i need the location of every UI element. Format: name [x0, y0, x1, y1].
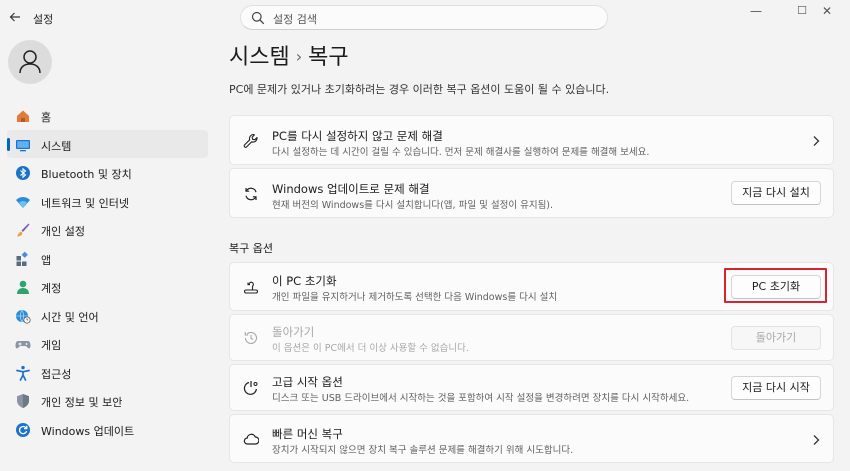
- troubleshoot-card[interactable]: PC를 다시 설정하지 않고 문제 해결 다시 설정하는 데 시간이 걸릴 수 …: [229, 115, 834, 165]
- back-button[interactable]: [6, 8, 24, 26]
- sidebar-item-label: 개인 설정: [41, 225, 85, 238]
- bluetooth-icon: [16, 166, 30, 180]
- sidebar-item-system[interactable]: 시스템: [7, 129, 208, 158]
- advanced-startup-card: 고급 시작 옵션 디스크 또는 USB 드라이브에서 시작하는 것을 포함하여 …: [229, 364, 834, 411]
- search-placeholder: 설정 검색: [273, 13, 317, 26]
- accessibility-icon: [16, 365, 30, 381]
- brush-icon: [17, 223, 30, 237]
- sidebar-nav: 홈 시스템 Bluetooth 및 장치 네트워크 및 인터넷 개인 설정 앱 …: [7, 101, 208, 443]
- breadcrumb-separator: ›: [295, 47, 303, 66]
- apps-icon: [16, 251, 28, 266]
- reset-pc-icon: [244, 281, 258, 294]
- advanced-startup-icon: [243, 381, 258, 395]
- card-subtitle: 개인 파일을 유지하거나 제거하도록 선택한 다음 Windows를 다시 설치: [272, 292, 558, 303]
- history-icon: [244, 331, 258, 344]
- breadcrumb-parent[interactable]: 시스템: [229, 45, 290, 70]
- title-bar: 설정 설정 검색 — ☐ ✕: [0, 0, 850, 36]
- update-icon: [16, 422, 30, 437]
- breadcrumb-current: 복구: [308, 45, 349, 70]
- system-icon: [16, 139, 30, 151]
- card-title: Windows 업데이트로 문제 해결: [272, 182, 430, 196]
- sidebar-item-accounts[interactable]: 계정: [7, 272, 208, 301]
- page-description: PC에 문제가 있거나 초기화하려는 경우 이러한 복구 옵션이 도움이 될 수…: [229, 83, 610, 96]
- sidebar-item-label: 시간 및 언어: [41, 310, 99, 324]
- quick-machine-recovery-card[interactable]: 빠른 머신 복구 장치가 시작되지 않으면 장치 복구 솔루션 문제를 해결하기…: [229, 414, 834, 463]
- search-input[interactable]: 설정 검색: [240, 5, 608, 30]
- card-subtitle: 현재 버전의 Windows를 다시 설치합니다(앱, 파일 및 설정이 유지됨…: [272, 200, 554, 211]
- card-subtitle: 장치가 시작되지 않으면 장치 복구 솔루션 문제를 해결하기 위해 시도합니다…: [272, 445, 574, 456]
- home-icon: [17, 110, 29, 122]
- sidebar-item-time-language[interactable]: 시간 및 언어: [7, 301, 208, 330]
- account-icon: [17, 280, 29, 294]
- sidebar-item-label: 계정: [41, 282, 62, 295]
- sidebar-item-label: Bluetooth 및 장치: [41, 168, 132, 181]
- sidebar-item-label: 홈: [41, 111, 52, 124]
- gamepad-icon: [15, 341, 31, 349]
- card-title: PC를 다시 설정하지 않고 문제 해결: [272, 129, 443, 143]
- user-icon: [19, 50, 41, 74]
- card-subtitle: 다시 설정하는 데 시간이 걸릴 수 있습니다. 먼저 문제 해결사를 실행하여…: [272, 147, 650, 158]
- sidebar-item-home[interactable]: 홈: [7, 101, 208, 130]
- wrench-icon: [243, 133, 258, 148]
- sidebar-item-label: 앱: [41, 253, 52, 267]
- page-title: 시스템 › 복구: [229, 39, 349, 71]
- network-icon: [16, 196, 30, 208]
- sidebar-item-label: 접근성: [41, 367, 72, 381]
- minimize-button[interactable]: —: [733, 2, 779, 20]
- chevron-right-icon: [813, 136, 820, 146]
- sidebar-item-accessibility[interactable]: 접근성: [7, 358, 208, 387]
- card-title: 이 PC 초기화: [272, 274, 337, 288]
- sidebar-item-windows-update[interactable]: Windows 업데이트: [7, 415, 208, 444]
- windows-update-fix-card: Windows 업데이트로 문제 해결 현재 버전의 Windows를 다시 설…: [229, 168, 834, 218]
- sidebar-item-bluetooth[interactable]: Bluetooth 및 장치: [7, 158, 208, 187]
- sidebar-item-label: 게임: [41, 339, 62, 352]
- refresh-icon: [245, 187, 257, 201]
- card-subtitle: 이 옵션은 이 PC에서 더 이상 사용할 수 없습니다.: [272, 343, 469, 354]
- back-arrow-icon: [9, 12, 20, 22]
- sidebar-item-network[interactable]: 네트워크 및 인터넷: [7, 187, 208, 216]
- highlight-box: [724, 268, 827, 303]
- card-title: 고급 시작 옵션: [272, 375, 343, 389]
- globe-clock-icon: [16, 309, 31, 324]
- go-back-card: 돌아가기 이 옵션은 이 PC에서 더 이상 사용할 수 없습니다. 돌아가기: [229, 314, 834, 361]
- avatar[interactable]: [8, 40, 52, 84]
- card-subtitle: 디스크 또는 USB 드라이브에서 시작하는 것을 포함하여 시작 설정을 변경…: [272, 393, 690, 404]
- sidebar-item-privacy[interactable]: 개인 정보 및 보안: [7, 386, 208, 415]
- app-title: 설정: [33, 13, 54, 26]
- shield-icon: [17, 394, 29, 408]
- section-title: 복구 옵션: [229, 242, 273, 255]
- card-title: 빠른 머신 복구: [272, 427, 343, 441]
- sidebar-item-gaming[interactable]: 게임: [7, 329, 208, 358]
- sidebar-item-label: 시스템: [41, 139, 72, 153]
- sidebar-item-label: 개인 정보 및 보안: [41, 396, 123, 409]
- search-icon: [251, 11, 265, 25]
- restart-now-button[interactable]: 지금 다시 시작: [731, 376, 821, 400]
- card-title: 돌아가기: [272, 325, 315, 339]
- close-button[interactable]: ✕: [804, 2, 850, 20]
- chevron-right-icon: [813, 435, 820, 445]
- sidebar-item-apps[interactable]: 앱: [7, 244, 208, 273]
- reinstall-now-button[interactable]: 지금 다시 설치: [731, 181, 821, 205]
- cloud-icon: [243, 433, 259, 445]
- go-back-button[interactable]: 돌아가기: [731, 326, 821, 350]
- sidebar-item-label: Windows 업데이트: [41, 424, 135, 438]
- sidebar-item-personalization[interactable]: 개인 설정: [7, 215, 208, 244]
- sidebar-item-label: 네트워크 및 인터넷: [41, 196, 129, 210]
